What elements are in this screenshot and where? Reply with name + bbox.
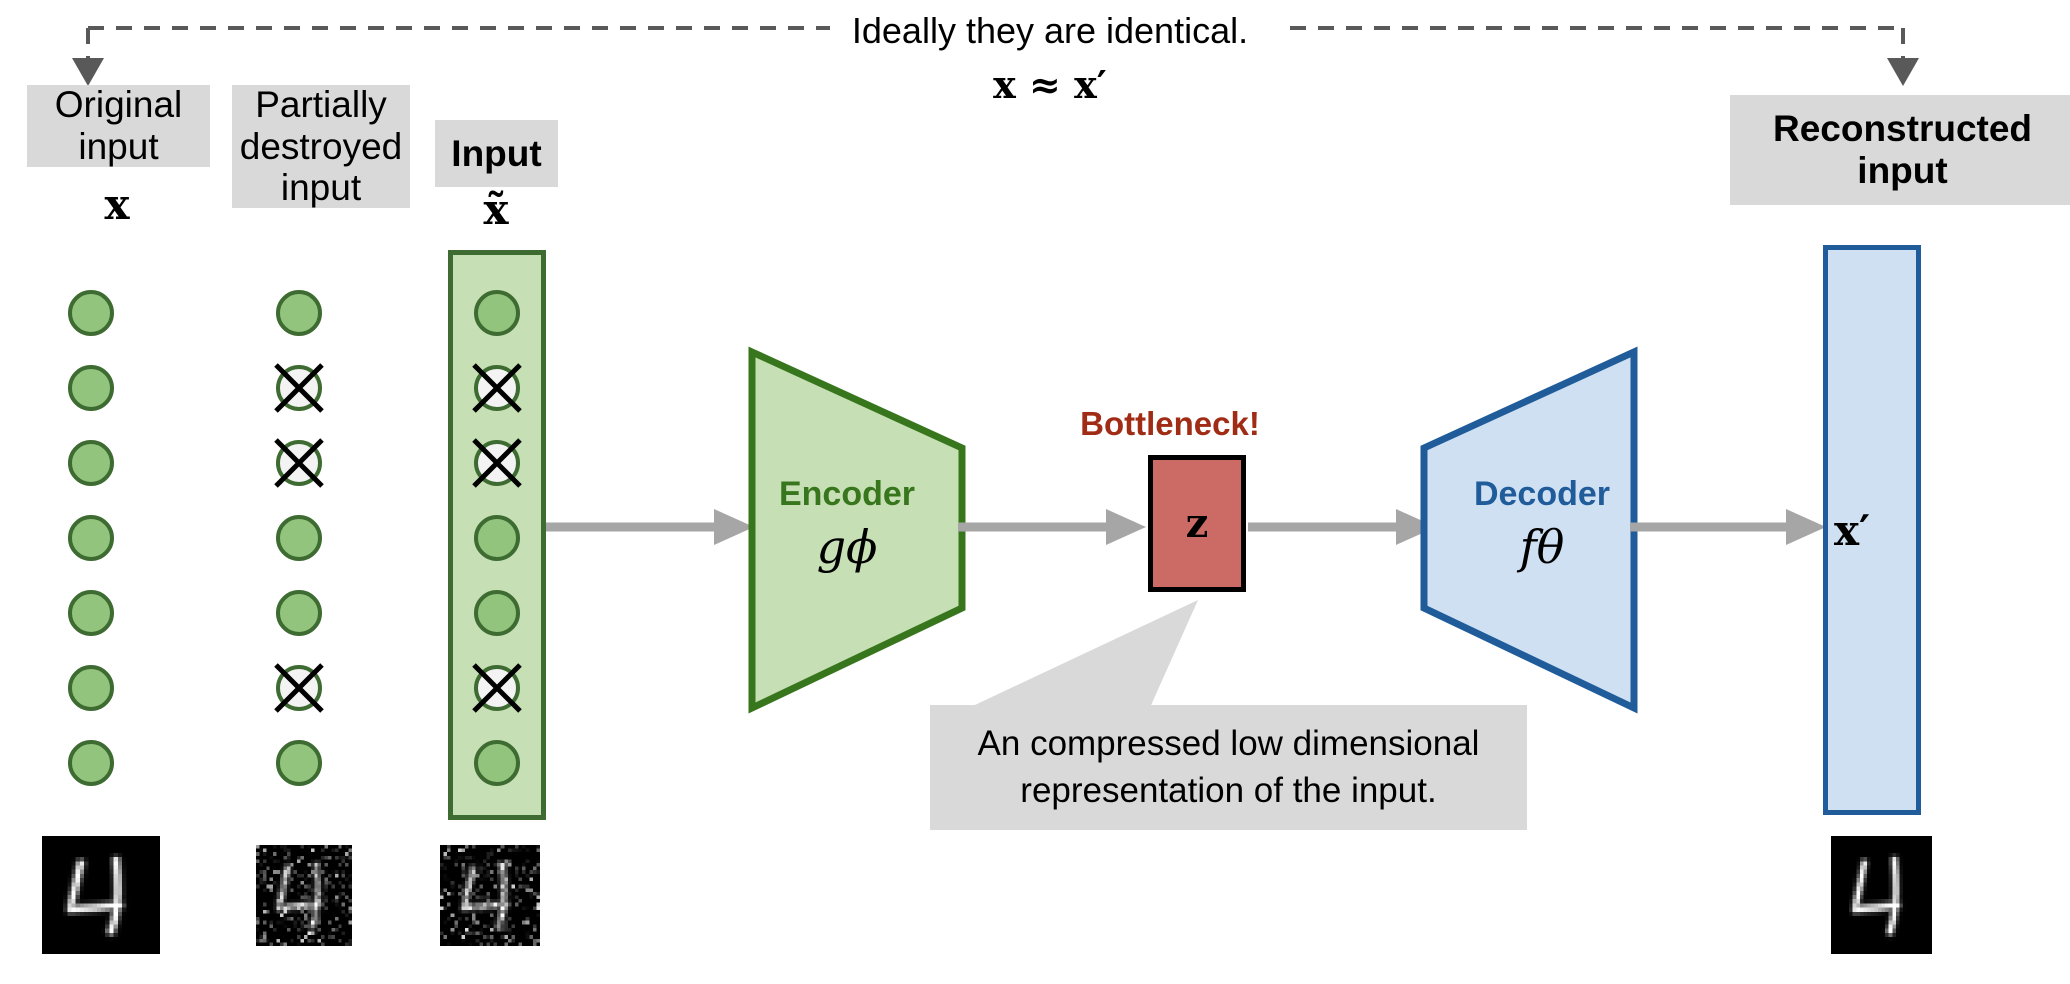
decoder-function-label: fθ	[1519, 520, 1565, 574]
original-input-column	[68, 290, 128, 790]
label-reconstructed-input: Reconstructed input	[1730, 95, 2070, 205]
neuron	[68, 365, 114, 411]
neuron-destroyed	[274, 438, 324, 488]
neuron	[276, 290, 322, 336]
label-original-input-text: Original input	[54, 84, 183, 167]
neuron	[474, 515, 520, 561]
bottleneck-callout-text: An compressed low dimensional representa…	[977, 724, 1480, 810]
label-reconstructed-text: Reconstructed input	[1772, 108, 2033, 191]
neuron	[474, 590, 520, 636]
latent-variable-label: z	[1185, 500, 1209, 547]
neuron	[474, 740, 520, 786]
neuron	[276, 515, 322, 561]
label-input: Input	[435, 120, 558, 187]
original-digit-thumbnail	[42, 836, 160, 954]
arrow-decoder-to-output	[1630, 509, 1826, 545]
callout-tail	[960, 600, 1198, 712]
noisy-input-digit-thumbnail	[440, 845, 540, 946]
encoder-function-label: gϕ	[816, 520, 878, 574]
neuron-destroyed	[472, 438, 522, 488]
neuron	[474, 290, 520, 336]
neuron-destroyed	[472, 363, 522, 413]
approx-formula: x ≈ x′	[993, 62, 1107, 107]
neuron	[68, 515, 114, 561]
neuron	[68, 665, 114, 711]
autoencoder-diagram: Ideally they are identical. x ≈ x′ Origi…	[0, 0, 2070, 984]
input-column	[472, 290, 534, 790]
arrow-encoder-to-bottleneck	[958, 509, 1146, 545]
partially-destroyed-column	[274, 290, 336, 790]
reconstructed-output-bar: x′	[1823, 245, 1921, 815]
neuron	[276, 740, 322, 786]
label-partially-destroyed-text: Partially destroyed input	[239, 83, 403, 209]
neuron	[68, 440, 114, 486]
bottleneck-callout: An compressed low dimensional representa…	[930, 705, 1527, 830]
neuron	[68, 590, 114, 636]
identity-caption: Ideally they are identical.	[851, 10, 1249, 51]
bottleneck-title: Bottleneck!	[1080, 405, 1260, 442]
neuron-destroyed	[274, 363, 324, 413]
label-input-text: Input	[451, 132, 542, 174]
bottleneck-block: z	[1148, 455, 1246, 592]
label-original-input: Original input	[27, 84, 210, 167]
neuron-destroyed	[472, 663, 522, 713]
neuron-destroyed	[274, 663, 324, 713]
math-label-x-tilde: x̃	[483, 185, 509, 234]
neuron	[276, 590, 322, 636]
destroyed-digit-thumbnail	[256, 845, 352, 946]
reconstructed-digit-thumbnail	[1831, 836, 1932, 954]
label-partially-destroyed-input: Partially destroyed input	[232, 83, 410, 209]
neuron	[68, 740, 114, 786]
math-label-x-prime: x′	[1834, 505, 1871, 555]
math-label-x: x	[104, 180, 130, 229]
arrow-input-to-encoder	[546, 509, 754, 545]
decoder-label: Decoder	[1473, 475, 1611, 513]
encoder-label: Encoder	[778, 475, 916, 513]
neuron	[68, 290, 114, 336]
